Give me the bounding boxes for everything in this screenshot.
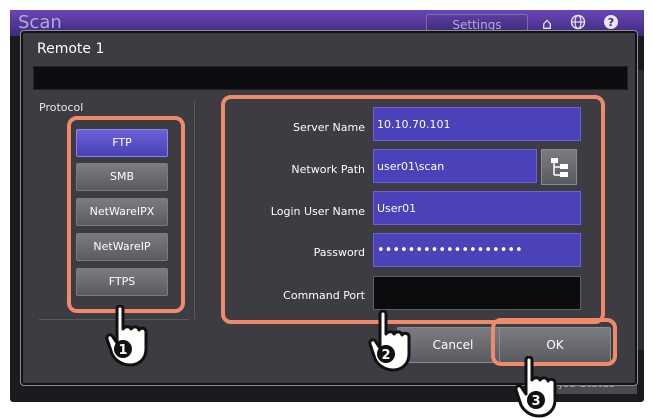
password-label: Password (313, 246, 365, 259)
password-field[interactable]: ••••••••••••••••••• (373, 233, 581, 267)
step-3-number: 3 (531, 394, 540, 409)
protocol-smb-button[interactable]: SMB (76, 163, 168, 191)
login-user-name-label: Login User Name (270, 205, 365, 218)
protocol-label: Protocol (39, 101, 84, 114)
protocol-ftps-button[interactable]: FTPS (76, 268, 168, 296)
protocol-netwareip-button[interactable]: NetWareIP (76, 233, 168, 261)
command-port-field[interactable] (373, 276, 581, 310)
svg-text:?: ? (608, 16, 614, 29)
network-path-label: Network Path (291, 163, 365, 176)
divider-vertical (194, 101, 195, 319)
folder-tree-icon (551, 158, 568, 177)
dialog-header-field (33, 66, 628, 90)
pointing-hand-icon: 3 (514, 356, 557, 418)
step-2-number: 2 (381, 348, 390, 363)
pointing-hand-icon: 2 (368, 310, 411, 372)
server-name-label: Server Name (292, 121, 365, 134)
protocol-netwareipx-button[interactable]: NetWareIPX (76, 198, 168, 226)
dialog-title: Remote 1 (37, 41, 105, 57)
step-1-number: 1 (118, 343, 127, 358)
protocol-ftp-button[interactable]: FTP (76, 129, 168, 157)
login-user-name-field[interactable]: User01 (373, 191, 581, 225)
pointing-hand-icon: 1 (105, 305, 148, 367)
command-port-label: Command Port (283, 289, 365, 302)
server-name-field[interactable]: 10.10.70.101 (373, 107, 581, 141)
browse-folder-button[interactable] (541, 149, 577, 185)
network-path-field[interactable]: user01\scan (373, 149, 537, 183)
